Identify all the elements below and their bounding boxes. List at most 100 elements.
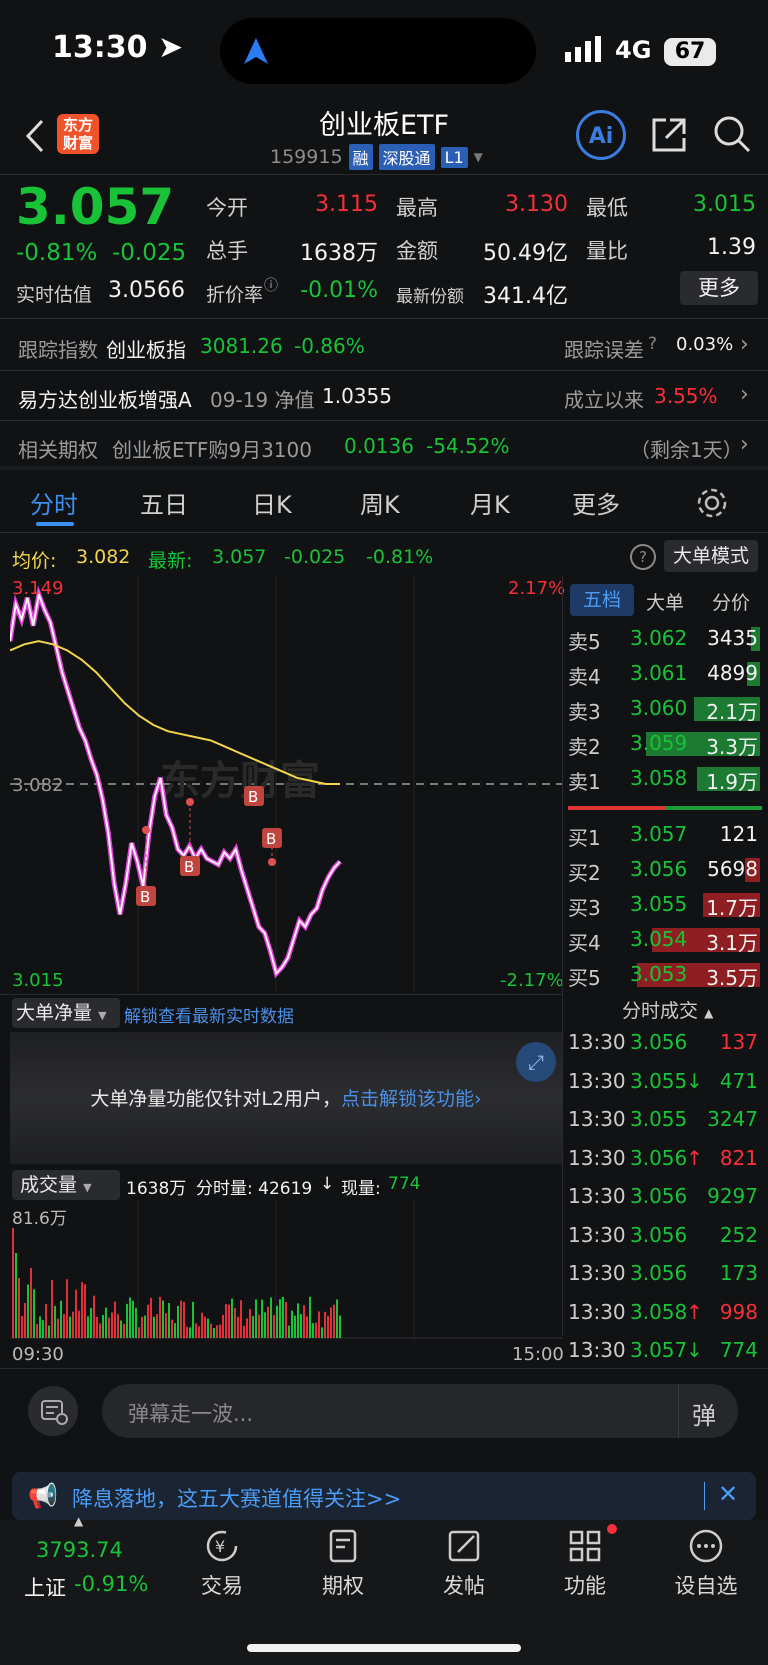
est-label: 实时估值 [16,284,93,306]
unlock-link[interactable]: 解锁查看最新实时数据 [124,1002,294,1027]
bid-label: 买3 [568,896,601,920]
volume-bar [300,1314,302,1338]
tab-intraday[interactable]: 分时 [30,485,78,520]
battery-icon: 67 [664,38,716,66]
volume-bar [219,1324,221,1338]
more-button[interactable]: 更多 [680,271,758,305]
tab-5day[interactable]: 五日 [140,485,188,520]
tick-arrow: ↓ [686,1068,703,1093]
tick-price: 3.055 [630,1068,688,1093]
chevron-right-icon[interactable]: › [740,432,749,457]
close-icon[interactable]: ✕ [718,1480,738,1508]
ask-volume: 3435 [707,626,758,650]
tab-weekly[interactable]: 周K [360,485,400,520]
buy-marker-label: B [266,830,276,848]
low-value: 3.015 [693,192,756,217]
volume-bar [66,1279,68,1338]
options-icon [329,1529,357,1563]
share-icon[interactable] [650,116,688,154]
tick-price: 3.058 [630,1299,688,1324]
volume-bar [120,1320,122,1338]
nav-options[interactable]: 期权 [293,1528,393,1608]
stock-code-row[interactable]: 159915 融 深股通 L1 ▼ [270,144,483,170]
volume-bar [177,1306,179,1338]
volume-bar [96,1316,98,1338]
danmu-input[interactable]: 弹幕走一波... 弹 [102,1384,738,1438]
bid-row: 买1 3.057 121 [568,822,764,854]
volume-bar [75,1289,77,1338]
tick-time: 13:30 [568,1222,626,1247]
volume-bar [138,1327,140,1338]
volume-bar [132,1300,134,1338]
watchlist-icon [689,1529,723,1563]
search-icon[interactable] [712,114,752,154]
tick-price: 3.055 [630,1107,688,1131]
tick-row: 13:30 3.056 9297 [568,1184,764,1214]
volume-bar [141,1316,143,1338]
tab-daily[interactable]: 日K [252,485,292,520]
nav-trade[interactable]: ¥ 交易 [172,1528,272,1608]
index-pct[interactable]: -0.91% [74,1572,148,1596]
tab-big-order[interactable]: 大单 [646,588,684,615]
ai-button[interactable]: Ai [576,110,626,160]
tick-arrow: ↑ [686,1299,703,1324]
tag-margin: 融 [348,144,373,170]
news-banner[interactable]: 📢 降息落地，这五大赛道值得关注>> ✕ [12,1472,756,1520]
chevron-right-icon[interactable]: › [740,332,749,357]
tick-row: 13:30 3.057 ↓ 774 [568,1338,764,1368]
bid-volume: 3.1万 [706,931,758,955]
info-icon[interactable]: ⓘ [264,275,278,295]
tab-monthly[interactable]: 月K [470,485,510,520]
settings-icon[interactable] [696,487,728,519]
ticks-title[interactable]: 分时成交 ▲ [622,996,713,1023]
volume-bar [156,1314,158,1338]
tick-row: 13:30 3.056 ↑ 821 [568,1146,764,1176]
fund-name[interactable]: 易方达创业板增强A [18,384,192,413]
volume-bar [339,1315,341,1338]
tab-five-level[interactable]: 五档 [570,584,634,616]
trade-icon: ¥ [206,1530,238,1562]
chevron-right-icon[interactable]: › [740,382,749,407]
big-order-mode-button[interactable]: 大单模式 [664,540,758,572]
buy-marker-label: B [248,788,258,806]
big-order-dropdown[interactable]: 大单净量 ▼ [12,998,120,1028]
help-icon[interactable]: ? [630,544,656,570]
bid-volume: 1.7万 [706,896,758,920]
volume-bar [318,1311,320,1338]
option-name[interactable]: 创业板ETF购9月3100 [112,434,312,463]
volume-bar [279,1299,281,1338]
volume-bar [81,1282,83,1338]
index-name[interactable]: 上证 [24,1572,66,1602]
amount-value: 50.49亿 [483,241,568,266]
danmu-icon[interactable]: 弹 [692,1396,716,1431]
tab-more[interactable]: 更多 [572,485,620,520]
nav-post[interactable]: 发帖 [414,1528,514,1608]
fund-nav: 1.0355 [322,384,392,408]
unlock-button[interactable]: 点击解锁该功能 [341,1088,474,1110]
volume-bar [147,1304,149,1338]
error-value: 0.03% [676,334,734,355]
bid-price: 3.054 [630,927,688,951]
volume-bar [285,1301,287,1338]
volume-bar [204,1316,206,1338]
y-tick-top: 3.149 [12,578,64,599]
volume-dropdown[interactable]: 成交量 ▼ [12,1170,120,1200]
tick-volume: 471 [719,1068,758,1093]
volume-bar [45,1303,47,1338]
help-icon[interactable]: ? [648,334,657,354]
volume-bar [228,1304,230,1338]
tab-price-dist[interactable]: 分价 [712,588,750,615]
intraday-chart[interactable]: 东方财富 B B B B [10,576,562,992]
bid-price: 3.056 [630,857,688,881]
nav-watchlist[interactable]: 设自选 [656,1528,756,1608]
expand-icon[interactable]: ⤢ [516,1042,556,1082]
nav-functions[interactable]: 功能 [535,1524,635,1608]
tick-arrow: ↓ [686,1338,703,1362]
volume-bar [336,1299,338,1338]
volume-bar [303,1305,305,1338]
index-value[interactable]: 3793.74 [36,1538,123,1562]
volume-bar [21,1315,23,1338]
comment-toggle-icon[interactable] [28,1386,78,1436]
volume-bar [192,1301,194,1338]
volume-chart [10,1200,562,1340]
